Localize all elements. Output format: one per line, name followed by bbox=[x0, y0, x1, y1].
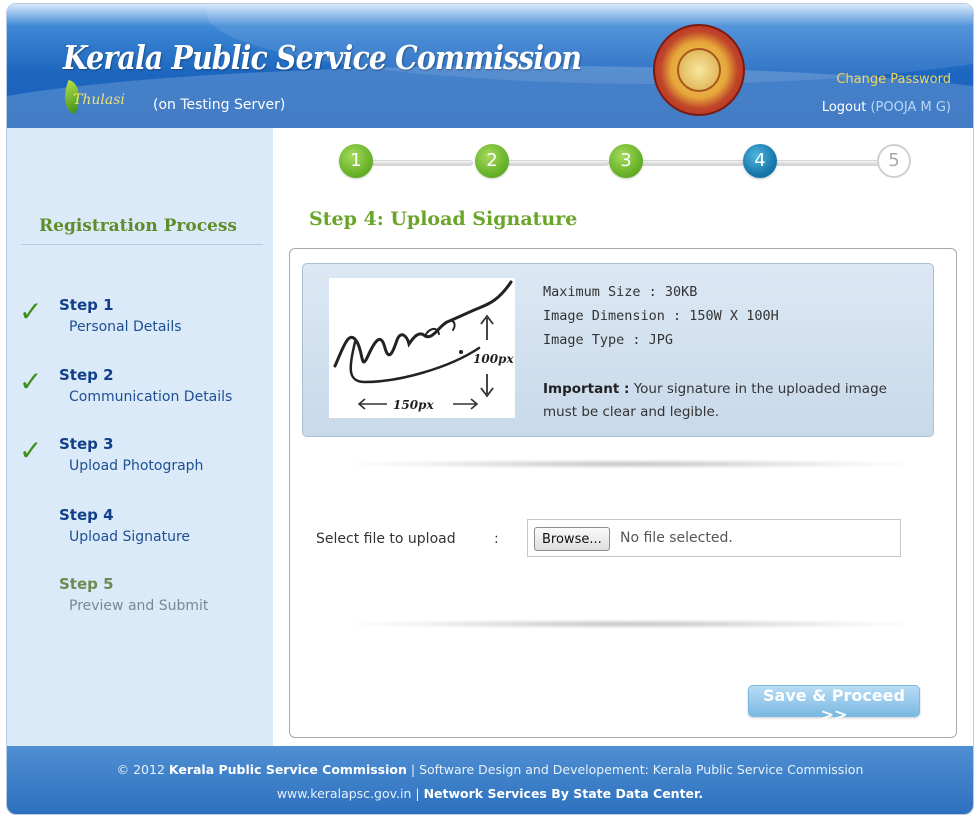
signature-sample-svg bbox=[333, 280, 513, 410]
seal-emblem bbox=[677, 48, 721, 92]
checkmark-icon: ✓ bbox=[19, 365, 43, 398]
important-label: Important : bbox=[543, 381, 630, 397]
max-size-text: Maximum Size : 30KB bbox=[543, 284, 698, 300]
app-title: Kerala Public Service Commission bbox=[63, 38, 582, 77]
footer-site-link[interactable]: www.keralapsc.gov.in bbox=[277, 786, 412, 801]
progress-stepper: 1 2 3 4 5 bbox=[273, 128, 973, 198]
stepper-dot-5: 5 bbox=[877, 144, 911, 178]
checkmark-icon: ✓ bbox=[19, 434, 43, 467]
server-note: (on Testing Server) bbox=[153, 97, 286, 113]
step-description: Upload Photograph bbox=[69, 458, 204, 474]
change-password-link[interactable]: Change Password bbox=[836, 72, 951, 87]
image-type-text: Image Type : JPG bbox=[543, 332, 674, 348]
step-description: Personal Details bbox=[69, 319, 182, 335]
divider-shadow bbox=[350, 459, 910, 469]
sidebar-step-4[interactable]: Step 4 Upload Signature bbox=[7, 506, 273, 556]
stepper-connector bbox=[363, 160, 473, 166]
sample-height-label: 100px bbox=[473, 352, 514, 366]
browse-button[interactable]: Browse... bbox=[534, 527, 610, 551]
footer-copyright: © 2012 bbox=[116, 762, 169, 777]
header: Kerala Public Service Commission Thulasi… bbox=[7, 4, 973, 128]
main-content: 1 2 3 4 5 Step 4: Upload Signature 100px… bbox=[273, 128, 973, 746]
stepper-dot-1: 1 bbox=[339, 144, 373, 178]
footer-line-2: www.keralapsc.gov.in | Network Services … bbox=[7, 786, 973, 801]
stepper-dot-3: 3 bbox=[609, 144, 643, 178]
footer: © 2012 Kerala Public Service Commission … bbox=[7, 746, 973, 814]
stepper-dot-2: 2 bbox=[475, 144, 509, 178]
image-dimension-text: Image Dimension : 150W X 100H bbox=[543, 308, 779, 324]
step-number: Step 5 bbox=[59, 575, 114, 593]
save-and-proceed-button[interactable]: Save & Proceed >> bbox=[748, 685, 920, 724]
page-title: Step 4: Upload Signature bbox=[309, 208, 578, 230]
file-input[interactable]: Browse... No file selected. bbox=[527, 519, 901, 557]
stepper-dot-4: 4 bbox=[743, 144, 777, 178]
logged-in-user: (POOJA M G) bbox=[870, 100, 951, 115]
stepper-connector bbox=[769, 160, 879, 166]
step-description: Preview and Submit bbox=[69, 598, 209, 614]
file-status-text: No file selected. bbox=[620, 530, 733, 546]
footer-network: Network Services By State Data Center. bbox=[423, 786, 704, 801]
logout-area[interactable]: Logout (POOJA M G) bbox=[822, 100, 951, 115]
footer-line-1: © 2012 Kerala Public Service Commission … bbox=[7, 762, 973, 777]
sample-signature-image: 100px 150px bbox=[329, 278, 515, 418]
thulasi-logo: Thulasi bbox=[51, 79, 151, 122]
logout-link[interactable]: Logout bbox=[822, 100, 867, 115]
step-number: Step 4 bbox=[59, 506, 114, 524]
thulasi-logo-text: Thulasi bbox=[73, 92, 125, 108]
sidebar-step-5: Step 5 Preview and Submit bbox=[7, 575, 273, 625]
stepper-connector bbox=[633, 160, 745, 166]
stepper-connector bbox=[499, 160, 609, 166]
kerala-seal-icon bbox=[653, 24, 745, 116]
sidebar-title: Registration Process bbox=[39, 216, 237, 236]
divider-shadow bbox=[350, 619, 910, 629]
footer-credit: | Software Design and Developement: Kera… bbox=[406, 762, 864, 777]
sidebar-step-2[interactable]: ✓ Step 2 Communication Details bbox=[7, 366, 273, 416]
step-number: Step 2 bbox=[59, 366, 114, 384]
step-description: Communication Details bbox=[69, 389, 233, 405]
upload-panel: 100px 150px Maximum Size : 30KB Image Di… bbox=[289, 248, 957, 738]
sidebar-step-3[interactable]: ✓ Step 3 Upload Photograph bbox=[7, 435, 273, 485]
file-upload-colon: : bbox=[494, 531, 499, 547]
footer-org: Kerala Public Service Commission bbox=[168, 762, 407, 777]
file-upload-label: Select file to upload bbox=[316, 531, 456, 547]
step-number: Step 3 bbox=[59, 435, 114, 453]
important-note: Important : Your signature in the upload… bbox=[543, 378, 923, 424]
signature-requirements: 100px 150px Maximum Size : 30KB Image Di… bbox=[302, 263, 934, 437]
checkmark-icon: ✓ bbox=[19, 295, 43, 328]
sidebar: Registration Process ✓ Step 1 Personal D… bbox=[7, 128, 273, 746]
page-frame: Kerala Public Service Commission Thulasi… bbox=[6, 3, 974, 815]
step-description: Upload Signature bbox=[69, 529, 191, 545]
footer-separator: | bbox=[411, 786, 424, 801]
sidebar-divider bbox=[21, 244, 263, 245]
sidebar-step-1[interactable]: ✓ Step 1 Personal Details bbox=[7, 296, 273, 346]
step-number: Step 1 bbox=[59, 296, 114, 314]
sample-width-label: 150px bbox=[393, 398, 434, 412]
